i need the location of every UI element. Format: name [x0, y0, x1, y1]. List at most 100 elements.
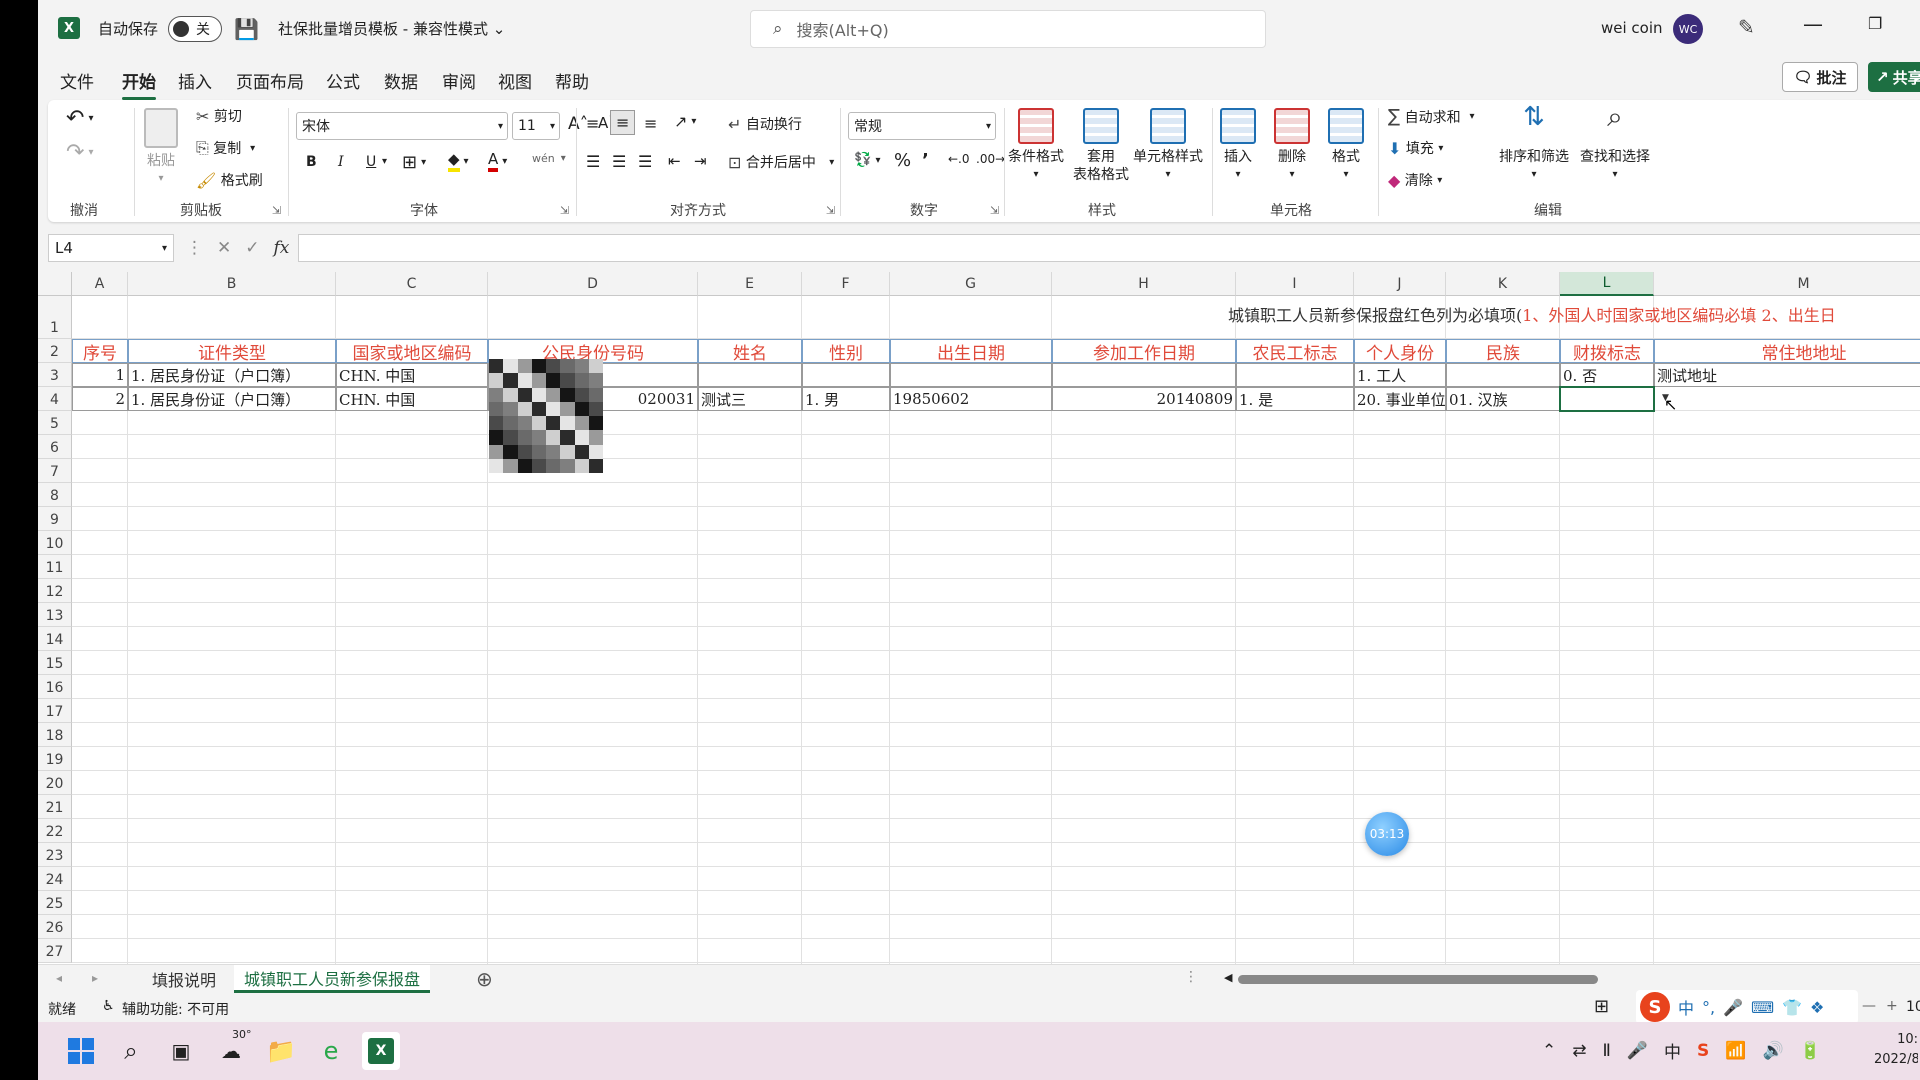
- ime-chinese-icon[interactable]: 中: [1678, 995, 1694, 1019]
- scrollbar-thumb[interactable]: [1238, 975, 1598, 984]
- decrease-decimal-icon[interactable]: .00→: [976, 152, 1005, 166]
- currency-icon[interactable]: 💱 ▾: [854, 152, 880, 168]
- name-box[interactable]: L4 ▾: [48, 234, 174, 262]
- row-header-16[interactable]: 16: [38, 675, 72, 699]
- row-header-17[interactable]: 17: [38, 699, 72, 723]
- cell-c4[interactable]: CHN. 中国: [336, 387, 488, 411]
- cell-g4[interactable]: 19850602: [890, 387, 1052, 411]
- autosave-toggle[interactable]: 关: [168, 16, 222, 42]
- column-header-a[interactable]: A: [72, 272, 128, 296]
- windows-start-icon[interactable]: [62, 1032, 100, 1070]
- cell-k4[interactable]: 01. 汉族: [1446, 387, 1560, 411]
- bold-button[interactable]: B: [306, 154, 317, 170]
- header-cell-m[interactable]: 常住地地址: [1654, 339, 1920, 363]
- decrease-indent-icon[interactable]: ⇤: [668, 152, 681, 170]
- ime-keyboard-icon[interactable]: ⌨: [1751, 998, 1774, 1017]
- scroll-left-icon[interactable]: ◀: [1224, 971, 1232, 984]
- sheet-tab-instructions[interactable]: 填报说明: [142, 965, 226, 993]
- accessibility-icon[interactable]: ♿: [102, 998, 115, 1014]
- header-cell-k[interactable]: 民族: [1446, 339, 1560, 363]
- enter-icon[interactable]: ✓: [245, 238, 259, 258]
- fill-button[interactable]: ⬇ 填充 ▾: [1388, 138, 1443, 158]
- tray-mic-icon[interactable]: 🎤: [1627, 1041, 1648, 1061]
- tab-home[interactable]: 开始: [122, 68, 156, 100]
- insert-function-icon[interactable]: fx: [274, 238, 290, 258]
- cell-a4[interactable]: 2: [72, 387, 128, 411]
- row-header-7[interactable]: 7: [38, 459, 72, 483]
- row-header-6[interactable]: 6: [38, 435, 72, 459]
- tray-chevron-icon[interactable]: ⌃: [1542, 1041, 1556, 1061]
- cell-i4[interactable]: 1. 是: [1236, 387, 1354, 411]
- clock[interactable]: 10: 2022/8: [1874, 1030, 1918, 1070]
- row-header-4[interactable]: 4: [38, 387, 72, 411]
- volume-icon[interactable]: 🔊: [1762, 1041, 1783, 1061]
- phonetic-icon[interactable]: wén ▾: [532, 152, 566, 165]
- row-header-9[interactable]: 9: [38, 507, 72, 531]
- sort-filter-button[interactable]: ⇅ 排序和筛选 ▾: [1498, 104, 1570, 184]
- borders-icon[interactable]: ⊞ ▾: [402, 152, 426, 173]
- cell-e4[interactable]: 测试三: [698, 387, 802, 411]
- normal-view-icon[interactable]: ⊞: [1594, 996, 1609, 1017]
- column-header-h[interactable]: H: [1052, 272, 1236, 296]
- tray-network-switch-icon[interactable]: ⇄: [1572, 1041, 1586, 1061]
- delete-cells-button[interactable]: 删除 ▾: [1270, 108, 1314, 184]
- header-cell-l[interactable]: 财拨标志: [1560, 339, 1654, 363]
- search-box[interactable]: ⌕ 搜索(Alt+Q): [750, 10, 1266, 48]
- row-header-5[interactable]: 5: [38, 411, 72, 435]
- splitter-dots-icon[interactable]: ⋮: [1184, 969, 1198, 985]
- tab-data[interactable]: 数据: [384, 68, 418, 93]
- font-size-select[interactable]: 11 ▾: [512, 112, 560, 140]
- cell-h4[interactable]: 20140809: [1052, 387, 1236, 411]
- row-header-22[interactable]: 22: [38, 819, 72, 843]
- align-left-icon[interactable]: ☰: [586, 152, 600, 171]
- row-header-12[interactable]: 12: [38, 579, 72, 603]
- align-launcher-icon[interactable]: ⇲: [826, 204, 835, 217]
- align-middle-icon[interactable]: ≡: [610, 110, 636, 135]
- merge-center-button[interactable]: ⊡ 合并后居中 ▾: [728, 152, 834, 172]
- comma-icon[interactable]: ’: [922, 150, 929, 171]
- restore-icon[interactable]: ❐: [1868, 14, 1882, 33]
- column-header-j[interactable]: J: [1354, 272, 1446, 296]
- ime-punct-icon[interactable]: °,: [1702, 998, 1715, 1017]
- cell-a3[interactable]: 1: [72, 363, 128, 387]
- row-header-15[interactable]: 15: [38, 651, 72, 675]
- column-header-g[interactable]: G: [890, 272, 1052, 296]
- cancel-icon[interactable]: ✕: [217, 238, 231, 258]
- number-launcher-icon[interactable]: ⇲: [990, 204, 999, 217]
- header-cell-c[interactable]: 国家或地区编码: [336, 339, 488, 363]
- increase-decimal-icon[interactable]: ←.0: [948, 152, 970, 166]
- clipboard-launcher-icon[interactable]: ⇲: [272, 204, 281, 217]
- insert-cells-button[interactable]: 插入 ▾: [1216, 108, 1260, 184]
- row-header-13[interactable]: 13: [38, 603, 72, 627]
- percent-icon[interactable]: %: [894, 150, 911, 171]
- tab-help[interactable]: 帮助: [555, 68, 589, 93]
- file-explorer-icon[interactable]: 📁: [262, 1032, 300, 1070]
- formula-input[interactable]: [298, 234, 1920, 262]
- undo-icon[interactable]: ↶ ▾: [66, 106, 93, 131]
- header-cell-f[interactable]: 性别: [802, 339, 890, 363]
- zoom-level[interactable]: 10: [1906, 999, 1920, 1015]
- italic-button[interactable]: I: [338, 154, 344, 170]
- cell-c3[interactable]: CHN. 中国: [336, 363, 488, 387]
- cell-m3[interactable]: 测试地址: [1654, 363, 1920, 387]
- cell-l3[interactable]: 0. 否: [1560, 363, 1654, 387]
- align-bottom-icon[interactable]: ≡: [644, 114, 657, 133]
- spreadsheet-grid[interactable]: A B C D E F G H I J K L M 1 2 3 4 5 6 7 8 9 10 11 12 13 14 15 16 17 18…: [38, 272, 1920, 964]
- row-header-10[interactable]: 10: [38, 531, 72, 555]
- row-header-23[interactable]: 23: [38, 843, 72, 867]
- cell-f4[interactable]: 1. 男: [802, 387, 890, 411]
- sheet-tab-new-enrollment[interactable]: 城镇职工人员新参保报盘: [234, 965, 431, 993]
- document-title[interactable]: 社保批量增员模板 - 兼容性模式 ⌄: [278, 18, 505, 39]
- align-top-icon[interactable]: ≡: [586, 114, 599, 133]
- header-cell-j[interactable]: 个人身份: [1354, 339, 1446, 363]
- excel-taskbar-icon[interactable]: X: [362, 1032, 400, 1070]
- column-header-i[interactable]: I: [1236, 272, 1354, 296]
- ime-apps-icon[interactable]: ❖: [1810, 998, 1824, 1017]
- tab-file[interactable]: 文件: [60, 68, 94, 93]
- cut-button[interactable]: ✂ 剪切: [196, 106, 242, 126]
- row-header-8[interactable]: 8: [38, 483, 72, 507]
- number-format-select[interactable]: 常规 ▾: [848, 112, 996, 140]
- row-header-26[interactable]: 26: [38, 915, 72, 939]
- font-color-icon[interactable]: A ▾: [488, 150, 507, 172]
- font-name-select[interactable]: 宋体 ▾: [296, 112, 508, 140]
